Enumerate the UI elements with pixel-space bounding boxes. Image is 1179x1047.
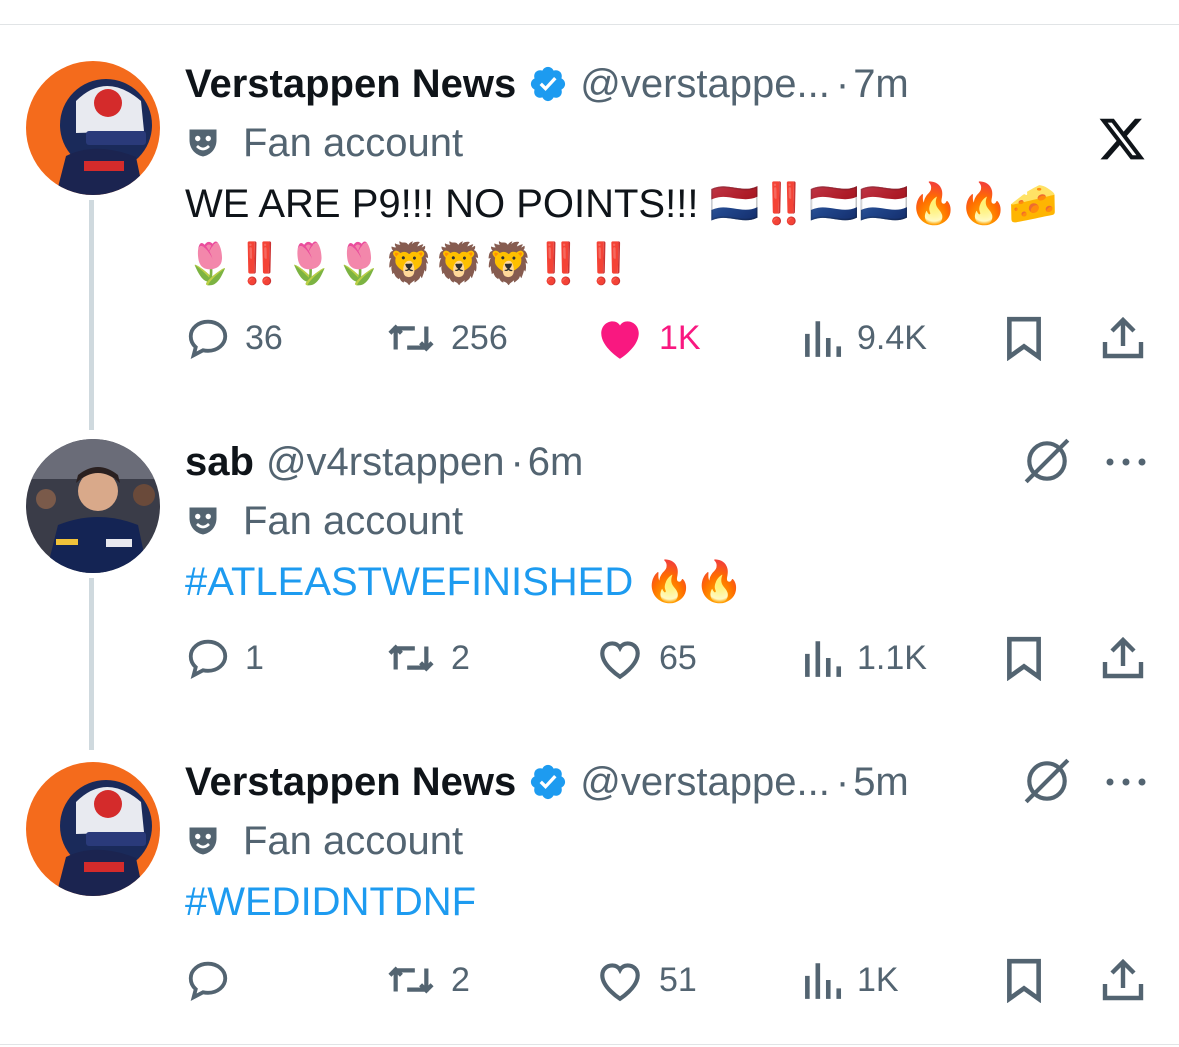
views-button[interactable]: 1.1K <box>801 628 927 688</box>
views-chart-icon <box>805 641 842 677</box>
heart-icon <box>600 641 640 680</box>
reply-button[interactable]: 36 <box>185 308 283 368</box>
view-count: 9.4K <box>857 318 927 357</box>
repost-icon <box>388 644 434 672</box>
heart-filled-icon <box>601 321 639 359</box>
reply-count: 1 <box>245 638 264 677</box>
bookmark-button[interactable] <box>1003 628 1045 688</box>
action-bar: 1 2 65 1.1K <box>185 628 1155 688</box>
fan-account-mask-icon <box>189 827 217 855</box>
like-count: 65 <box>659 638 697 677</box>
handle[interactable]: @verstappe... <box>580 760 830 805</box>
fan-account-label: Fan account <box>243 818 464 863</box>
avatar[interactable] <box>26 439 160 573</box>
views-chart-icon <box>805 963 842 999</box>
like-button[interactable]: 51 <box>595 950 697 1010</box>
repost-count: 256 <box>451 318 508 357</box>
x-logo-icon <box>1099 118 1145 160</box>
tweet-text[interactable]: #ATLEASTWEFINISHED 🔥🔥 <box>185 552 1145 612</box>
display-name[interactable]: sab <box>185 440 254 485</box>
verified-badge-icon[interactable] <box>528 64 568 104</box>
share-icon <box>1102 316 1144 359</box>
tweet[interactable]: sab @v4rstappen · 6m Fan account #ATLEAS… <box>0 434 1179 734</box>
like-count: 51 <box>659 960 697 999</box>
avatar[interactable] <box>26 61 160 195</box>
share-button[interactable] <box>1101 628 1145 688</box>
handle[interactable]: @verstappe... <box>580 62 830 107</box>
fan-account-label: Fan account <box>243 498 464 543</box>
tweet[interactable]: Verstappen News @verstappe... · 7m Fan a… <box>0 56 1179 386</box>
repost-button[interactable]: 2 <box>385 628 470 688</box>
heart-icon <box>600 963 640 1002</box>
timestamp[interactable]: 7m <box>853 62 909 107</box>
view-count: 1K <box>857 960 899 999</box>
views-button[interactable]: 9.4K <box>801 308 927 368</box>
repost-button[interactable]: 256 <box>385 308 508 368</box>
bottom-divider <box>0 1044 1179 1045</box>
grok-icon[interactable] <box>1022 436 1072 486</box>
bookmark-button[interactable] <box>1003 950 1045 1010</box>
fan-account-mask-icon <box>189 507 217 535</box>
repost-button[interactable]: 2 <box>385 950 470 1010</box>
timestamp[interactable]: 5m <box>853 760 909 805</box>
display-name[interactable]: Verstappen News <box>185 760 516 805</box>
reply-icon <box>188 639 228 679</box>
reply-button[interactable] <box>185 950 245 1010</box>
bookmark-button[interactable] <box>1003 308 1045 368</box>
share-button[interactable] <box>1101 950 1145 1010</box>
view-count: 1.1K <box>857 638 927 677</box>
bookmark-icon <box>1007 316 1041 361</box>
views-button[interactable]: 1K <box>801 950 899 1010</box>
repost-count: 2 <box>451 960 470 999</box>
separator-dot: · <box>835 61 850 106</box>
separator-dot: · <box>835 759 850 804</box>
bookmark-icon <box>1007 958 1041 1003</box>
repost-icon <box>388 324 434 352</box>
fan-account-mask-icon <box>189 129 217 157</box>
action-bar: 36 256 1K 9.4K <box>185 308 1155 368</box>
reply-count: 36 <box>245 318 283 357</box>
display-name[interactable]: Verstappen News <box>185 62 516 107</box>
share-icon <box>1102 958 1144 1001</box>
more-options-icon[interactable] <box>1104 776 1148 788</box>
like-count: 1K <box>659 318 701 357</box>
action-bar: 2 51 1K <box>185 950 1155 1010</box>
reply-button[interactable]: 1 <box>185 628 264 688</box>
tweet-text[interactable]: #WEDIDNTDNF <box>185 872 1145 932</box>
top-divider <box>0 24 1179 25</box>
more-options-icon[interactable] <box>1104 456 1148 468</box>
like-button[interactable]: 65 <box>595 628 697 688</box>
timestamp[interactable]: 6m <box>528 440 584 485</box>
repost-icon <box>388 966 434 994</box>
avatar[interactable] <box>26 762 160 896</box>
tweet[interactable]: Verstappen News @verstappe... · 5m Fan a… <box>0 754 1179 1044</box>
fan-account-label: Fan account <box>243 120 464 165</box>
like-button[interactable]: 1K <box>595 308 701 368</box>
reply-icon <box>188 961 228 1001</box>
repost-count: 2 <box>451 638 470 677</box>
views-chart-icon <box>805 321 842 357</box>
share-button[interactable] <box>1101 308 1145 368</box>
share-icon <box>1102 636 1144 679</box>
handle[interactable]: @v4rstappen <box>266 440 505 485</box>
separator-dot: · <box>510 439 524 484</box>
verified-badge-icon[interactable] <box>528 762 568 802</box>
tweet-text: WE ARE P9!!! NO POINTS!!! 🇳🇱‼️🇳🇱🇳🇱🔥🔥🧀🌷‼️… <box>185 182 1059 286</box>
bookmark-icon <box>1007 636 1041 681</box>
reply-icon <box>188 319 228 359</box>
grok-icon[interactable] <box>1022 756 1072 806</box>
